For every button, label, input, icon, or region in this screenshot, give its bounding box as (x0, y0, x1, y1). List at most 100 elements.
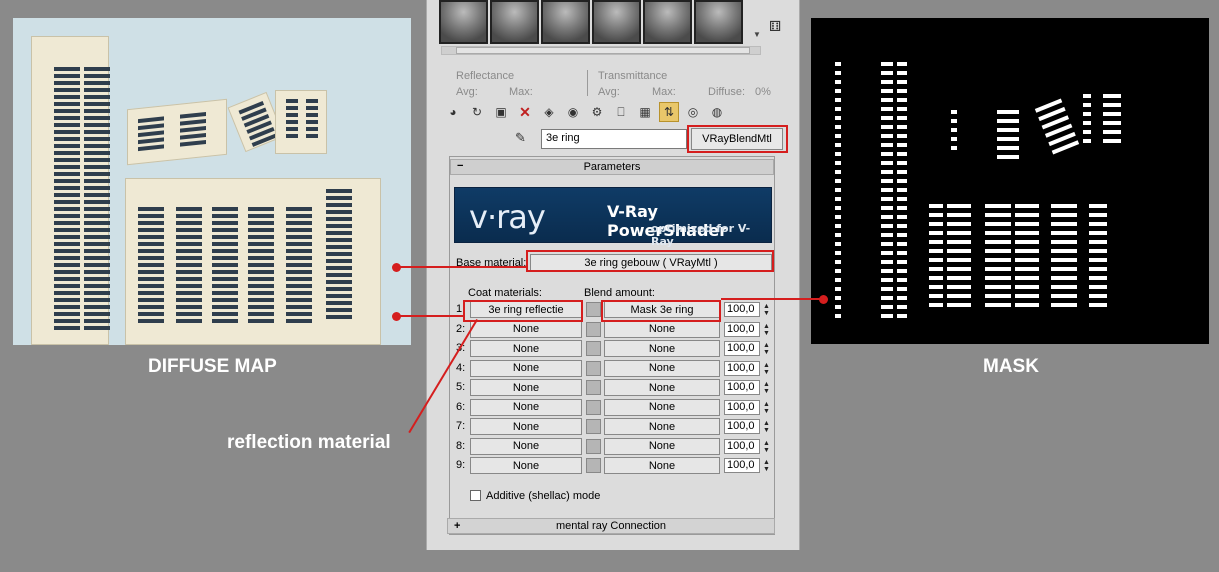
coat-material-button[interactable]: None (470, 437, 582, 455)
building-texture (31, 36, 110, 345)
material-id-icon[interactable]: ⎕ (611, 102, 631, 122)
coat-toggle-swatch[interactable] (586, 380, 601, 395)
coat-material-button[interactable]: None (470, 320, 582, 338)
spinner-arrows-icon[interactable]: ▲ ▼ (763, 362, 770, 376)
sample-slots-scrollbar[interactable] (441, 46, 761, 55)
coat-material-button[interactable]: None (470, 340, 582, 357)
highlight-box-blend (601, 300, 721, 322)
highlight-box-coat (463, 300, 583, 322)
diffuse-label: Diffuse: (708, 86, 746, 98)
collapse-icon: − (457, 160, 464, 172)
blend-amount-input[interactable]: 100,0 (724, 321, 760, 337)
show-end-result-icon[interactable]: ⇅ (659, 102, 679, 122)
slot-scroll-arrow-icon[interactable]: ▼ (753, 30, 761, 39)
coat-toggle-swatch[interactable] (586, 302, 601, 317)
put-to-scene-icon[interactable]: ↻ (467, 102, 487, 122)
sample-slot[interactable] (643, 0, 692, 44)
additive-checkbox[interactable] (470, 490, 481, 501)
sample-slot[interactable] (490, 0, 539, 44)
vray-banner-subtitle: optimized for V-Ray (651, 222, 751, 248)
spinner-arrows-icon[interactable]: ▲ ▼ (763, 401, 770, 415)
expand-icon: + (454, 520, 461, 532)
go-to-parent-icon[interactable]: ◎ (683, 102, 703, 122)
blend-map-button[interactable]: None (604, 437, 720, 455)
blend-map-button[interactable]: None (604, 398, 720, 416)
parameters-rollout: − Parameters v·ray V-Ray PowerShader opt… (449, 156, 775, 535)
mask-caption: MASK (983, 356, 1039, 377)
blend-map-button[interactable]: None (604, 379, 720, 396)
blend-amount-input[interactable]: 100,0 (724, 399, 760, 415)
coat-toggle-swatch[interactable] (586, 360, 601, 376)
mental-ray-title: mental ray Connection (555, 520, 667, 532)
highlight-box-type (687, 125, 788, 153)
spinner-arrows-icon[interactable]: ▲ ▼ (763, 381, 770, 395)
scrollbar-thumb[interactable] (456, 47, 750, 54)
blend-map-button[interactable]: None (604, 320, 720, 338)
row-number: 4: (456, 361, 466, 374)
transmittance-label: Transmittance (598, 70, 668, 82)
transmittance-max-label: Max: (652, 86, 676, 98)
make-unique-icon[interactable]: ◉ (563, 102, 583, 122)
row-number: 9: (456, 459, 466, 471)
annotation-line (397, 266, 527, 268)
divider (587, 70, 588, 96)
blend-map-button[interactable]: None (604, 340, 720, 357)
sample-slot[interactable] (439, 0, 488, 44)
row-number: 2: (456, 322, 466, 335)
mental-ray-rollout-header[interactable]: + mental ray Connection (447, 518, 775, 534)
blend-amount-input[interactable]: 100,0 (724, 341, 760, 356)
put-to-library-icon[interactable]: ⚙ (587, 102, 607, 122)
sample-slot[interactable] (541, 0, 590, 44)
annotation-line (397, 315, 464, 317)
spinner-arrows-icon[interactable]: ▲ ▼ (763, 303, 770, 317)
coat-toggle-swatch[interactable] (586, 399, 601, 415)
go-forward-icon[interactable]: ◍ (707, 102, 727, 122)
get-material-icon[interactable]: ◕ (443, 102, 463, 122)
sample-slot[interactable] (694, 0, 743, 44)
coat-toggle-swatch[interactable] (586, 321, 601, 337)
blend-amount-input[interactable]: 100,0 (724, 458, 760, 473)
material-toolbar: ◕ ↻ ▣ ✕ ◈ ◉ ⚙ ⎕ ▦ ⇅ ◎ ◍ (443, 102, 727, 122)
blend-amount-input[interactable]: 100,0 (724, 360, 760, 376)
spinner-arrows-icon[interactable]: ▲ ▼ (763, 342, 770, 356)
show-map-icon[interactable]: ▦ (635, 102, 655, 122)
blend-amount-input[interactable]: 100,0 (724, 419, 760, 434)
coat-toggle-swatch[interactable] (586, 458, 601, 473)
row-number: 7: (456, 420, 466, 432)
assign-to-selection-icon[interactable]: ▣ (491, 102, 511, 122)
parameters-rollout-header[interactable]: − Parameters (450, 159, 774, 175)
diffuse-value: 0% (755, 86, 771, 98)
coat-material-button[interactable]: None (470, 359, 582, 377)
mask-image (811, 18, 1209, 344)
reflectance-avg-label: Avg: (456, 86, 478, 98)
spinner-arrows-icon[interactable]: ▲ ▼ (763, 420, 770, 434)
blend-amount-input[interactable]: 100,0 (724, 438, 760, 454)
diffuse-map-image (13, 18, 411, 345)
material-name-field[interactable]: 3e ring (541, 129, 687, 149)
coat-toggle-swatch[interactable] (586, 438, 601, 454)
reflection-material-caption: reflection material (227, 432, 391, 453)
blend-map-button[interactable]: None (604, 457, 720, 474)
reset-map-icon[interactable]: ✕ (515, 102, 535, 122)
spinner-arrows-icon[interactable]: ▲ ▼ (763, 440, 770, 454)
vray-banner: v·ray V-Ray PowerShader optimized for V-… (454, 187, 772, 248)
blend-map-button[interactable]: None (604, 418, 720, 435)
blend-amount-label: Blend amount: (584, 287, 655, 299)
spinner-arrows-icon[interactable]: ▲ ▼ (763, 323, 770, 337)
blend-map-button[interactable]: None (604, 359, 720, 377)
sample-slot[interactable] (592, 0, 641, 44)
sample-type-icon[interactable]: ⚅ (769, 18, 787, 34)
row-number: 5: (456, 381, 466, 393)
coat-toggle-swatch[interactable] (586, 341, 601, 356)
coat-material-button[interactable]: None (470, 379, 582, 396)
coat-material-button[interactable]: None (470, 398, 582, 416)
copy-material-icon[interactable]: ◈ (539, 102, 559, 122)
highlight-box-base-material (526, 250, 774, 272)
spinner-arrows-icon[interactable]: ▲ ▼ (763, 459, 770, 473)
coat-material-button[interactable]: None (470, 418, 582, 435)
blend-amount-input[interactable]: 100,0 (724, 380, 760, 395)
eyedropper-icon[interactable]: ✎ (515, 130, 526, 146)
blend-amount-input[interactable]: 100,0 (724, 302, 760, 317)
coat-toggle-swatch[interactable] (586, 419, 601, 434)
coat-material-button[interactable]: None (470, 457, 582, 474)
